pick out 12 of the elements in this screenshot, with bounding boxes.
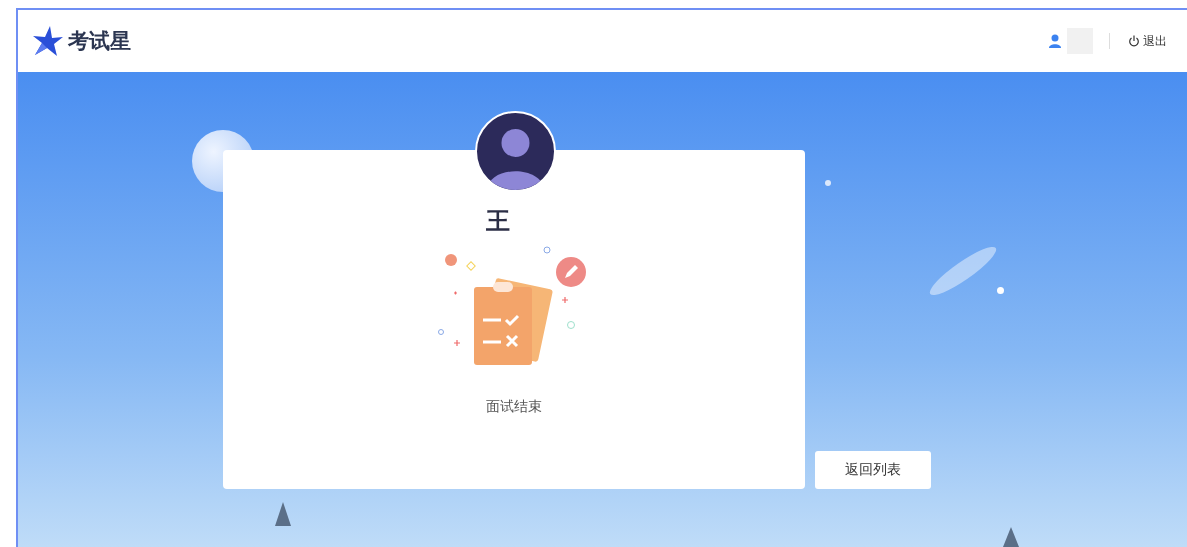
candidate-name: 王 [486, 206, 510, 236]
star-logo-icon [32, 25, 64, 57]
dot-decoration [825, 180, 831, 186]
logout-link[interactable]: 退出 [1128, 32, 1167, 50]
back-to-list-button[interactable]: 返回列表 [815, 451, 931, 489]
user-icon[interactable] [1049, 34, 1061, 48]
status-text: 面试结束 [486, 398, 542, 416]
power-icon [1128, 35, 1140, 47]
tree-decoration [1003, 527, 1019, 547]
tree-decoration [275, 502, 291, 528]
logo-text: 考试星 [68, 28, 131, 54]
dot-decoration [997, 287, 1004, 294]
